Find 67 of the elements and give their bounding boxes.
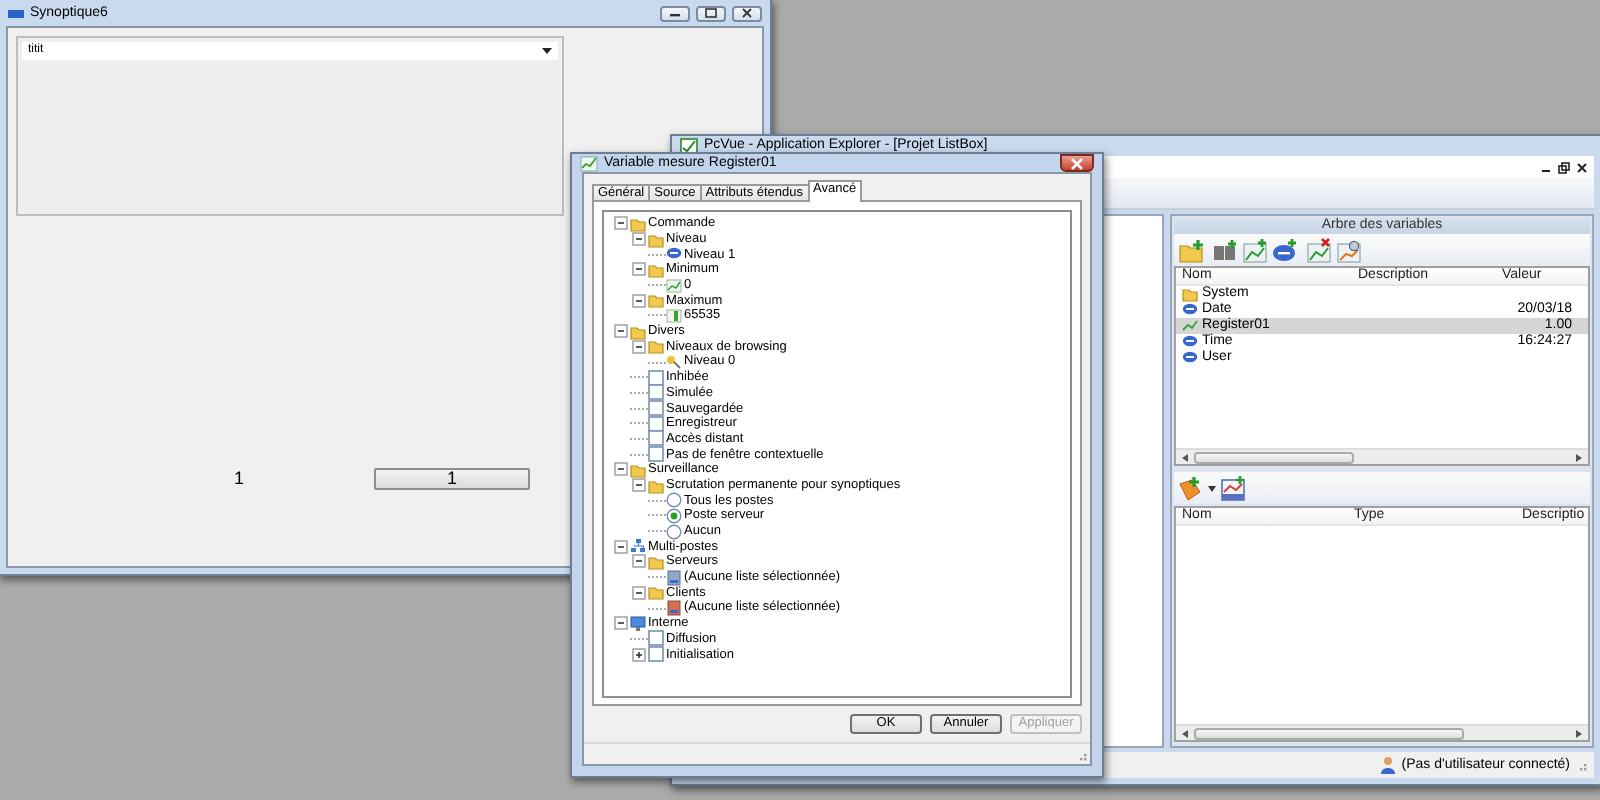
expander-icon[interactable]: [614, 216, 628, 231]
key-icon: [666, 354, 682, 371]
checkbox[interactable]: [648, 384, 664, 401]
close-button[interactable]: [1060, 154, 1094, 172]
expander-icon[interactable]: [614, 462, 628, 477]
expander-icon[interactable]: [632, 262, 646, 277]
chart-search-icon[interactable]: [1336, 237, 1362, 263]
scroll-left-icon[interactable]: [1182, 453, 1188, 461]
checkbox[interactable]: [648, 430, 664, 447]
radio-button[interactable]: [666, 507, 682, 524]
scroll-right-icon[interactable]: [1576, 729, 1582, 737]
client-icon: [666, 600, 682, 617]
trend-icon: [1182, 318, 1198, 334]
size-grip-icon: [1076, 750, 1088, 762]
scroll-left-icon[interactable]: [1182, 729, 1188, 737]
checkbox[interactable]: [648, 415, 664, 432]
scroll-right-icon[interactable]: [1576, 453, 1582, 461]
expander-icon[interactable]: [632, 293, 646, 308]
window-icon: [8, 7, 24, 19]
expander-icon[interactable]: [614, 324, 628, 339]
expander-icon[interactable]: [632, 232, 646, 247]
new-folder-icon[interactable]: [1178, 237, 1204, 263]
chart-icon: [666, 277, 682, 294]
network-icon: [630, 538, 646, 555]
server-icon: [666, 569, 682, 586]
chart-delete-icon[interactable]: [1306, 237, 1332, 263]
user-icon: [1379, 756, 1396, 774]
restore-icon[interactable]: [1558, 161, 1570, 173]
chart-window-icon[interactable]: [1220, 475, 1246, 501]
close-icon[interactable]: [736, 6, 758, 20]
expander-icon[interactable]: [614, 539, 628, 554]
expander-icon[interactable]: [632, 585, 646, 600]
scroll-thumb[interactable]: [1194, 451, 1354, 463]
expander-icon[interactable]: [632, 339, 646, 354]
tag-add-icon[interactable]: [1178, 475, 1204, 501]
radio-button[interactable]: [666, 523, 682, 540]
value-button[interactable]: 1: [374, 468, 530, 490]
caret-icon[interactable]: [1208, 485, 1216, 491]
close-icon[interactable]: [1576, 161, 1588, 173]
close-button[interactable]: [732, 5, 762, 21]
expander-icon[interactable]: [632, 554, 646, 569]
dropdown-arrow-icon[interactable]: [542, 48, 552, 54]
checkbox[interactable]: [648, 646, 664, 663]
horizontal-scrollbar[interactable]: [1176, 448, 1588, 464]
size-grip-icon: [1576, 759, 1588, 771]
expander-icon[interactable]: [632, 647, 646, 662]
radio-button[interactable]: [666, 492, 682, 509]
value-label: 1: [234, 469, 247, 489]
text-bubble-icon: [666, 246, 682, 263]
checkbox[interactable]: [648, 369, 664, 386]
counter-icon[interactable]: [1212, 237, 1238, 263]
scroll-thumb[interactable]: [1194, 727, 1464, 739]
horizontal-scrollbar[interactable]: [1176, 724, 1588, 740]
checkbox[interactable]: [648, 446, 664, 463]
checkbox[interactable]: [648, 630, 664, 647]
chart-icon: [666, 307, 682, 324]
app-icon: [680, 138, 698, 154]
checkbox[interactable]: [648, 400, 664, 417]
maximize-icon[interactable]: [700, 6, 722, 20]
text-add-icon[interactable]: [1272, 237, 1298, 263]
expander-icon[interactable]: [614, 616, 628, 631]
chart-add-icon[interactable]: [1242, 237, 1268, 263]
monitor-icon: [630, 615, 646, 632]
expander-icon[interactable]: [632, 478, 646, 493]
maximize-button[interactable]: [696, 5, 726, 21]
minimize-button[interactable]: [660, 5, 690, 21]
text-bubble-icon: [1182, 302, 1198, 318]
